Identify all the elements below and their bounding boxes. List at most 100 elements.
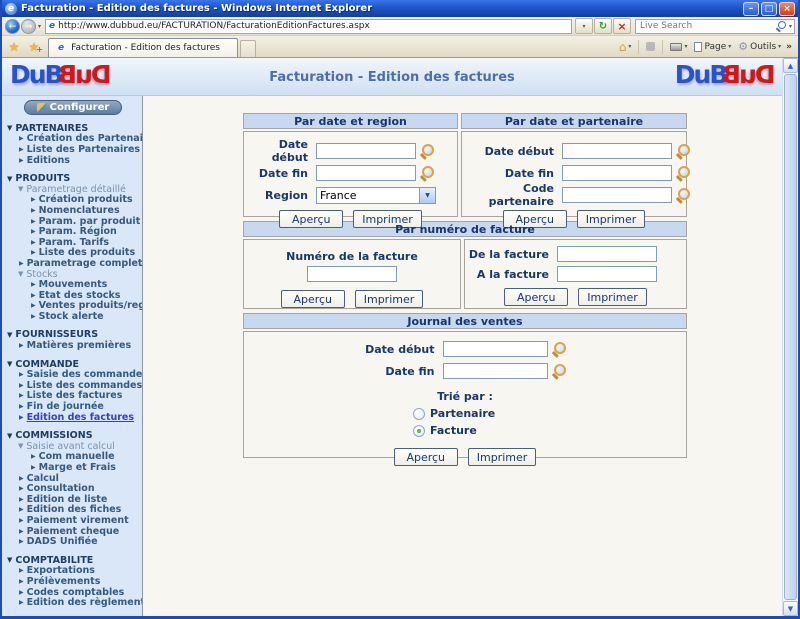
triangle-right-icon[interactable]: ▶ xyxy=(19,146,24,153)
date-start-input[interactable] xyxy=(443,341,548,357)
sidebar-item-partenaires[interactable]: ▼PARTENAIRES xyxy=(2,123,142,134)
refresh-button[interactable]: ↻ xyxy=(594,18,612,34)
imprimer-button-partenaire[interactable]: Imprimer xyxy=(577,210,646,228)
triangle-right-icon[interactable]: ▶ xyxy=(31,302,36,309)
triangle-right-icon[interactable]: ▶ xyxy=(31,249,36,256)
date-end-input[interactable] xyxy=(443,363,548,379)
sidebar-item-liste-des-factures[interactable]: ▶Liste des factures xyxy=(2,391,142,402)
triangle-down-icon[interactable]: ▼ xyxy=(18,270,23,278)
sidebar-item-etat-des-stocks[interactable]: ▶Etat des stocks xyxy=(2,290,142,301)
scroll-down-icon[interactable]: ▼ xyxy=(783,601,798,616)
sidebar-item-consultation[interactable]: ▶Consultation xyxy=(2,483,142,494)
address-dropdown-button[interactable]: ▾ xyxy=(575,18,593,34)
sidebar-item-paiement-cheque[interactable]: ▶Paiement cheque xyxy=(2,526,142,537)
sidebar-item-edition-de-liste[interactable]: ▶Edition de liste xyxy=(2,494,142,505)
sidebar-item-parametrage-detaille[interactable]: ▼Parametrage détaillé xyxy=(2,184,142,195)
triangle-right-icon[interactable]: ▶ xyxy=(19,578,24,585)
sidebar-item-codes-comptables[interactable]: ▶Codes comptables xyxy=(2,587,142,598)
triangle-right-icon[interactable]: ▶ xyxy=(19,403,24,410)
triangle-right-icon[interactable]: ▶ xyxy=(19,157,24,164)
apercu-button-range[interactable]: Aperçu xyxy=(504,288,568,306)
triangle-down-icon[interactable]: ▼ xyxy=(18,185,23,193)
apercu-button-numero[interactable]: Aperçu xyxy=(281,290,345,308)
sidebar-item-param-region[interactable]: ▶Param. Région xyxy=(2,226,142,237)
sidebar-item-commande[interactable]: ▼COMMANDE xyxy=(2,359,142,370)
scrollbar-thumb[interactable] xyxy=(784,74,797,600)
sidebar-item-saisie-des-commandes[interactable]: ▶Saisie des commandes xyxy=(2,369,142,380)
triangle-down-icon[interactable]: ▼ xyxy=(7,175,12,183)
search-input[interactable] xyxy=(636,21,776,31)
triangle-right-icon[interactable]: ▶ xyxy=(31,218,36,225)
sidebar-item-edition-des-factures[interactable]: ▶Edition des factures xyxy=(2,412,142,423)
triangle-right-icon[interactable]: ▶ xyxy=(31,453,36,460)
radio-facture[interactable] xyxy=(413,425,425,437)
triangle-down-icon[interactable]: ▼ xyxy=(7,556,12,564)
imprimer-button-journal[interactable]: Imprimer xyxy=(468,448,537,466)
triangle-right-icon[interactable]: ▶ xyxy=(31,239,36,246)
triangle-right-icon[interactable]: ▶ xyxy=(19,506,24,513)
invoice-number-input[interactable] xyxy=(307,266,397,282)
sidebar-item-param-par-produit[interactable]: ▶Param. par produit xyxy=(2,216,142,227)
apercu-button-region[interactable]: Aperçu xyxy=(279,210,343,228)
page-menu-button[interactable]: Page▾ xyxy=(692,42,733,52)
sidebar-item-marge-et-frais[interactable]: ▶Marge et Frais xyxy=(2,462,142,473)
triangle-right-icon[interactable]: ▶ xyxy=(19,589,24,596)
triangle-down-icon[interactable]: ▼ xyxy=(7,124,12,132)
sidebar-item-ventes-produits-region[interactable]: ▶Ventes produits/region xyxy=(2,301,142,312)
sidebar-item-liste-des-partenaires[interactable]: ▶Liste des Partenaires xyxy=(2,144,142,155)
sidebar-item-com-manuelle[interactable]: ▶Com manuelle xyxy=(2,452,142,463)
back-button[interactable]: ← xyxy=(5,19,20,34)
triangle-right-icon[interactable]: ▶ xyxy=(19,599,24,606)
sidebar-item-creation-des-partenaires[interactable]: ▶Création des Partenaires xyxy=(2,134,142,145)
magnifier-icon[interactable] xyxy=(676,143,692,159)
close-button[interactable]: × xyxy=(779,2,795,16)
magnifier-icon[interactable] xyxy=(676,165,692,181)
region-select[interactable]: France ▼ xyxy=(316,187,436,204)
date-start-input[interactable] xyxy=(562,143,672,159)
triangle-right-icon[interactable]: ▶ xyxy=(19,528,24,535)
date-end-input[interactable] xyxy=(316,165,416,181)
sidebar-item-creation-produits[interactable]: ▶Création produits xyxy=(2,195,142,206)
new-tab-button[interactable] xyxy=(240,40,256,57)
sidebar-item-saisie-avant-calcul[interactable]: ▼Saisie avant calcul xyxy=(2,441,142,452)
sidebar-item-liste-des-commandes[interactable]: ▶Liste des commandes xyxy=(2,380,142,391)
stop-button[interactable]: × xyxy=(613,18,631,34)
sidebar-item-editions[interactable]: ▶Editions xyxy=(2,155,142,166)
sidebar-item-fournisseurs[interactable]: ▼FOURNISSEURS xyxy=(2,330,142,341)
triangle-right-icon[interactable]: ▶ xyxy=(31,464,36,471)
print-button[interactable]: ▾ xyxy=(668,43,689,51)
magnifier-icon[interactable] xyxy=(420,143,436,159)
chevron-down-icon[interactable]: ▼ xyxy=(419,188,435,203)
triangle-right-icon[interactable]: ▶ xyxy=(19,567,24,574)
magnifier-icon[interactable] xyxy=(552,341,568,357)
triangle-down-icon[interactable]: ▼ xyxy=(7,432,12,440)
add-favorite-button[interactable]: ★+ xyxy=(24,38,44,56)
sidebar-item-calcul[interactable]: ▶Calcul xyxy=(2,473,142,484)
search-icon[interactable] xyxy=(776,21,787,32)
sidebar-item-edition-des-fiches[interactable]: ▶Edition des fiches xyxy=(2,505,142,516)
radio-partenaire-row[interactable]: Partenaire xyxy=(413,405,517,422)
triangle-right-icon[interactable]: ▶ xyxy=(31,228,36,235)
sidebar-item-mouvements[interactable]: ▶Mouvements xyxy=(2,279,142,290)
sidebar-item-stocks[interactable]: ▼Stocks xyxy=(2,269,142,280)
sidebar-item-exportations[interactable]: ▶Exportations xyxy=(2,566,142,577)
magnifier-icon[interactable] xyxy=(676,187,692,203)
sidebar-item-nomenclatures[interactable]: ▶Nomenclatures xyxy=(2,205,142,216)
magnifier-icon[interactable] xyxy=(552,363,568,379)
triangle-down-icon[interactable]: ▼ xyxy=(18,442,23,450)
triangle-right-icon[interactable]: ▶ xyxy=(19,538,24,545)
from-invoice-input[interactable] xyxy=(557,246,657,262)
home-button[interactable]: ⌂▾ xyxy=(617,40,634,54)
vertical-scrollbar[interactable]: ▲ ▼ xyxy=(782,58,798,616)
sidebar-item-comptabilite[interactable]: ▼COMPTABILITE xyxy=(2,555,142,566)
address-field[interactable]: e http://www.dubbud.eu/FACTURATION/Factu… xyxy=(45,19,572,34)
triangle-right-icon[interactable]: ▶ xyxy=(31,292,36,299)
feeds-button[interactable] xyxy=(644,42,657,51)
sidebar-item-fin-de-journee[interactable]: ▶Fin de journée xyxy=(2,401,142,412)
favorites-button[interactable]: ★ xyxy=(4,38,24,56)
triangle-right-icon[interactable]: ▶ xyxy=(19,485,24,492)
date-start-input[interactable] xyxy=(316,143,416,159)
sidebar-item-matieres-premieres[interactable]: ▶Matières premières xyxy=(2,340,142,351)
more-commands-button[interactable]: » xyxy=(786,42,792,52)
sidebar-item-prelevements[interactable]: ▶Prélèvements xyxy=(2,576,142,587)
